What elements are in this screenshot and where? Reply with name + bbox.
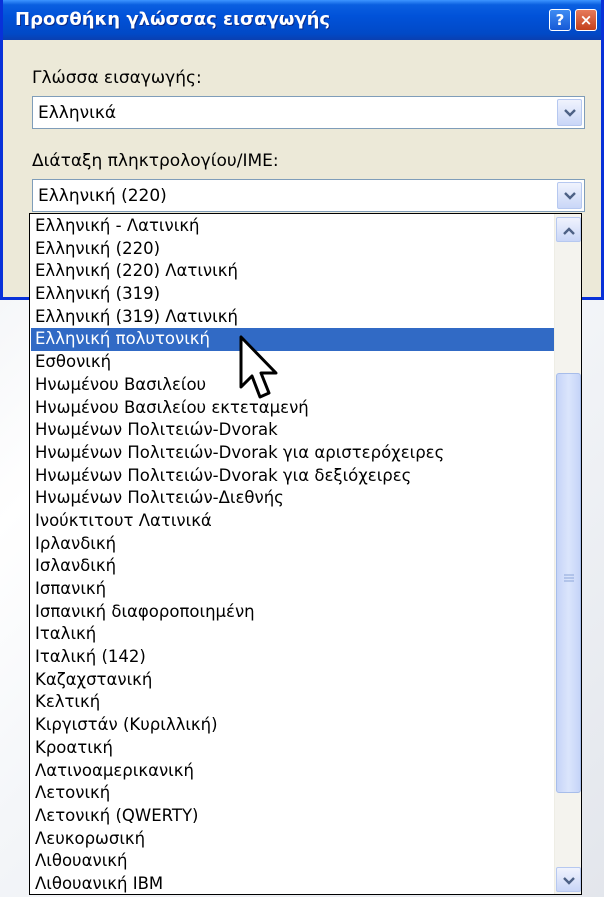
list-item[interactable]: Ηνωμένου Βασιλείου xyxy=(31,374,555,397)
list-item[interactable]: Ιταλική (142) xyxy=(31,646,555,669)
list-item[interactable]: Καζαχστανική xyxy=(31,669,555,692)
input-language-select[interactable]: Ελληνικά xyxy=(32,96,585,129)
list-item[interactable]: Ισλανδική xyxy=(31,555,555,578)
scroll-thumb[interactable] xyxy=(556,373,581,793)
input-language-value: Ελληνικά xyxy=(38,103,117,123)
list-item[interactable]: Εσθονική xyxy=(31,351,555,374)
list-item[interactable]: Λατινοαμερικανική xyxy=(31,760,555,783)
mouse-pointer-icon xyxy=(239,335,278,399)
list-item[interactable]: Λετονική (QWERTY) xyxy=(31,805,555,828)
keyboard-layout-dropdown-button[interactable] xyxy=(557,182,582,209)
list-item[interactable]: Λετονική xyxy=(31,782,555,805)
keyboard-layout-dropdown-list[interactable]: Ελληνική - Λατινική Ελληνική (220) Ελληνικ… xyxy=(29,213,582,895)
list-item[interactable]: Λευκορωσική xyxy=(31,828,555,851)
chevron-down-icon xyxy=(564,109,576,117)
keyboard-layout-label: Διάταξη πληκτρολογίου/IME: xyxy=(32,151,279,171)
list-item[interactable]: Ιρλανδική xyxy=(31,533,555,556)
dropdown-items: Ελληνική - Λατινική Ελληνική (220) Ελληνικ… xyxy=(31,215,555,896)
scroll-down-button[interactable] xyxy=(556,867,581,892)
list-item[interactable]: Ελληνική (220) xyxy=(31,238,555,261)
list-item[interactable]: Ινούκτιτουτ Λατινικά xyxy=(31,510,555,533)
help-button[interactable]: ? xyxy=(549,9,571,31)
dialog-title: Προσθήκη γλώσσας εισαγωγής xyxy=(15,9,331,30)
list-item[interactable]: Ηνωμένων Πολιτειών-Dvorak για δεξιόχειρε… xyxy=(31,465,555,488)
chevron-down-icon xyxy=(563,877,575,885)
keyboard-layout-value: Ελληνική (220) xyxy=(38,186,167,206)
list-item[interactable]: Ηνωμένων Πολιτειών-Διεθνής xyxy=(31,487,555,510)
list-item[interactable]: Ηνωμένων Πολιτειών-Dvorak για αριστερόχε… xyxy=(31,442,555,465)
list-item[interactable]: Ελληνική (319) xyxy=(31,283,555,306)
list-item[interactable]: Ηνωμένων Πολιτειών-Dvorak xyxy=(31,419,555,442)
scroll-grip-icon xyxy=(564,574,574,582)
close-button[interactable]: × xyxy=(575,9,597,31)
input-language-dropdown-button[interactable] xyxy=(557,99,582,126)
list-item[interactable]: Ισπανική xyxy=(31,578,555,601)
list-item[interactable]: Ελληνική (220) Λατινική xyxy=(31,260,555,283)
list-item[interactable]: Λιθουανική IBM xyxy=(31,873,555,896)
scroll-up-button[interactable] xyxy=(556,217,581,242)
list-item[interactable]: Λιθουανική xyxy=(31,850,555,873)
input-language-label: Γλώσσα εισαγωγής: xyxy=(32,68,202,88)
chevron-up-icon xyxy=(563,227,575,235)
list-item[interactable]: Ηνωμένου Βασιλείου εκτεταμενή xyxy=(31,397,555,420)
list-item[interactable]: Ελληνική (319) Λατινική xyxy=(31,306,555,329)
title-bar[interactable]: Προσθήκη γλώσσας εισαγωγής ? × xyxy=(3,0,601,40)
list-item[interactable]: Ισπανική διαφοροποιημένη xyxy=(31,601,555,624)
list-item[interactable]: Κιργιστάν (Κυριλλική) xyxy=(31,714,555,737)
list-item[interactable]: Κροατική xyxy=(31,737,555,760)
list-item[interactable]: Κελτική xyxy=(31,691,555,714)
list-item-selected[interactable]: Ελληνική πολυτονική xyxy=(31,328,555,352)
keyboard-layout-select[interactable]: Ελληνική (220) xyxy=(32,179,585,212)
list-item[interactable]: Ελληνική - Λατινική xyxy=(31,215,555,238)
vertical-scrollbar[interactable] xyxy=(554,214,581,894)
chevron-down-icon xyxy=(564,192,576,200)
list-item[interactable]: Ιταλική xyxy=(31,623,555,646)
